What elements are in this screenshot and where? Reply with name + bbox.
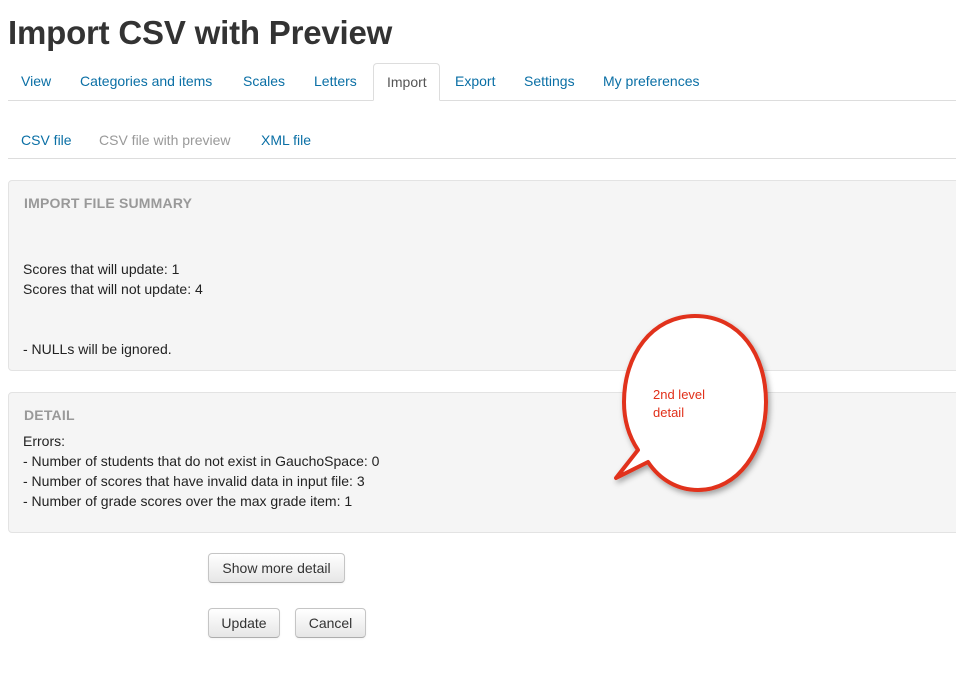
tab-letters[interactable]: Letters xyxy=(301,63,370,100)
summary-heading: IMPORT FILE SUMMARY xyxy=(24,195,193,211)
scores-will-not-update: Scores that will not update: 4 xyxy=(23,281,203,297)
cancel-button[interactable]: Cancel xyxy=(295,608,366,638)
error-line-over-max: - Number of grade scores over the max gr… xyxy=(23,493,353,509)
primary-tabs: View Categories and items Scales Letters… xyxy=(8,63,956,101)
page-title: Import CSV with Preview xyxy=(8,14,393,51)
callout-line-1: 2nd level xyxy=(653,387,706,402)
subtab-csv-file[interactable]: CSV file xyxy=(21,122,72,158)
subtab-xml-file[interactable]: XML file xyxy=(261,122,311,158)
tab-settings[interactable]: Settings xyxy=(511,63,588,100)
scores-will-update: Scores that will update: 1 xyxy=(23,261,180,277)
detail-heading: DETAIL xyxy=(24,407,75,423)
tab-categories-and-items[interactable]: Categories and items xyxy=(67,63,225,100)
tab-export[interactable]: Export xyxy=(442,63,508,100)
subtab-csv-file-with-preview: CSV file with preview xyxy=(99,132,231,148)
tab-import[interactable]: Import xyxy=(373,63,440,101)
error-line-invalid-scores: - Number of scores that have invalid dat… xyxy=(23,473,365,489)
update-button[interactable]: Update xyxy=(208,608,280,638)
import-file-summary-panel: IMPORT FILE SUMMARY Scores that will upd… xyxy=(8,180,956,371)
tab-view[interactable]: View xyxy=(8,63,64,100)
callout-text: 2nd level detail xyxy=(653,386,733,422)
callout-line-2: detail xyxy=(653,405,685,420)
nulls-note: - NULLs will be ignored. xyxy=(23,341,172,357)
detail-panel: DETAIL Errors: - Number of students that… xyxy=(8,392,956,533)
tab-scales[interactable]: Scales xyxy=(230,63,298,100)
error-line-missing-students: - Number of students that do not exist i… xyxy=(23,453,380,469)
tab-my-preferences[interactable]: My preferences xyxy=(590,63,712,100)
secondary-tabs: CSV file CSV file with preview XML file xyxy=(8,122,956,159)
errors-label: Errors: xyxy=(23,433,65,449)
show-more-detail-button[interactable]: Show more detail xyxy=(208,553,345,583)
